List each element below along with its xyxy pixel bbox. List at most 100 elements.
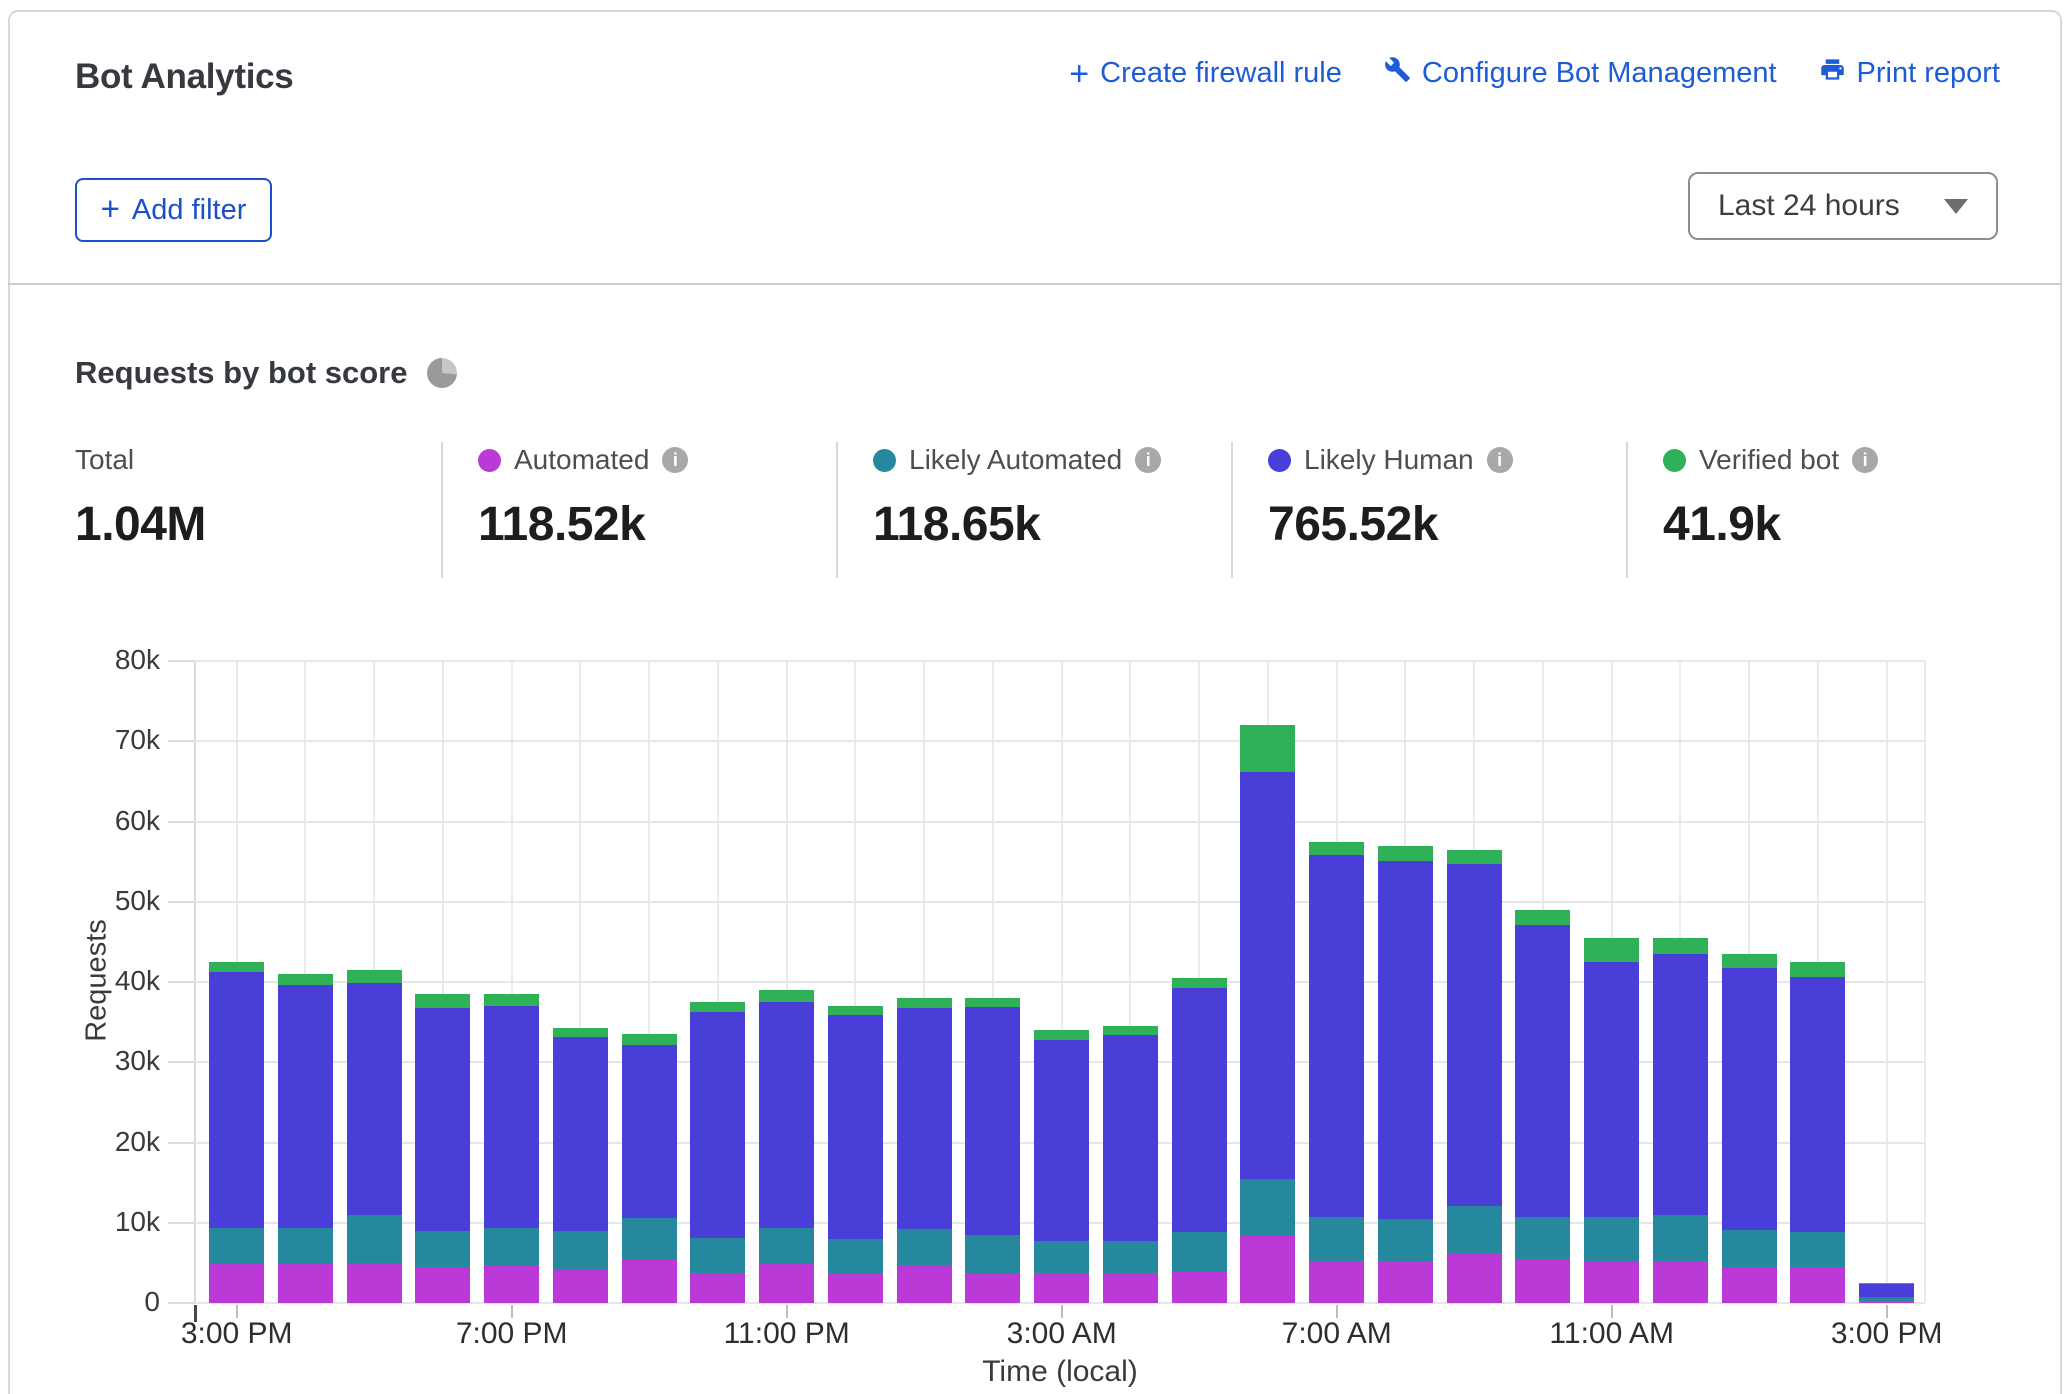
- bar-200am: [965, 661, 1020, 1303]
- bar-segment-likely-human: [1584, 962, 1639, 1217]
- y-tick: [168, 1222, 195, 1224]
- bar-segment-likely-human: [1859, 1284, 1914, 1298]
- bar-400pm: [278, 661, 333, 1303]
- bar-segment-verified-bot: [1103, 1026, 1158, 1035]
- bar-segment-likely-automated: [690, 1238, 745, 1273]
- bar-segment-verified-bot: [1790, 962, 1845, 977]
- bar-segment-likely-automated: [278, 1228, 333, 1264]
- bar-segment-likely-human: [415, 1008, 470, 1231]
- bar-segment-verified-bot: [1309, 842, 1364, 856]
- bar-segment-likely-automated: [553, 1231, 608, 1269]
- bar-1100am: [1584, 661, 1639, 1303]
- bar-1200am: [828, 661, 883, 1303]
- bar-300am: [1034, 661, 1089, 1303]
- y-tick-label: 80k: [80, 644, 160, 676]
- bar-segment-likely-automated: [415, 1231, 470, 1267]
- bar-segment-likely-human: [1172, 988, 1227, 1231]
- bar-segment-likely-automated: [484, 1228, 539, 1266]
- bar-segment-verified-bot: [1722, 954, 1777, 968]
- bar-segment-verified-bot: [828, 1006, 883, 1015]
- y-tick-label: 0: [80, 1286, 160, 1318]
- bar-segment-likely-human: [759, 1002, 814, 1228]
- bar-segment-verified-bot: [1515, 910, 1570, 925]
- bar-segment-likely-human: [622, 1045, 677, 1218]
- bar-segment-automated: [897, 1265, 952, 1303]
- bar-900pm: [622, 661, 677, 1303]
- x-axis-title: Time (local): [860, 1355, 1260, 1389]
- bar-segment-automated: [1378, 1262, 1433, 1303]
- bar-segment-likely-human: [1103, 1035, 1158, 1241]
- bar-1000am: [1515, 661, 1570, 1303]
- bar-segment-likely-human: [1034, 1040, 1089, 1241]
- bar-segment-automated: [415, 1267, 470, 1303]
- bar-900am: [1447, 661, 1502, 1303]
- bar-segment-likely-automated: [1240, 1179, 1295, 1235]
- bar-300pm: [209, 661, 264, 1303]
- bar-segment-verified-bot: [1447, 850, 1502, 864]
- bar-segment-verified-bot: [1859, 1283, 1914, 1284]
- bar-segment-verified-bot: [1034, 1030, 1089, 1040]
- x-tick-label: 7:00 AM: [1237, 1317, 1437, 1351]
- bar-segment-likely-automated: [1584, 1217, 1639, 1261]
- bar-segment-verified-bot: [965, 998, 1020, 1007]
- bar-segment-likely-human: [1653, 954, 1708, 1215]
- bar-segment-likely-human: [278, 985, 333, 1228]
- bar-segment-likely-automated: [897, 1229, 952, 1265]
- bar-300pm: [1859, 661, 1914, 1303]
- bar-segment-likely-human: [1378, 861, 1433, 1219]
- bar-segment-likely-automated: [759, 1228, 814, 1265]
- bar-segment-likely-automated: [1653, 1215, 1708, 1262]
- axis-origin-tick: [194, 1305, 197, 1322]
- bar-segment-automated: [1653, 1261, 1708, 1303]
- bar-1000pm: [690, 661, 745, 1303]
- bar-segment-automated: [828, 1274, 883, 1303]
- bar-segment-verified-bot: [622, 1034, 677, 1044]
- bar-segment-verified-bot: [759, 990, 814, 1002]
- bar-segment-likely-automated: [1034, 1241, 1089, 1272]
- x-tick-label: 7:00 PM: [412, 1317, 612, 1351]
- bar-600am: [1240, 661, 1295, 1303]
- bar-700pm: [484, 661, 539, 1303]
- bar-segment-likely-automated: [1172, 1232, 1227, 1272]
- bar-segment-likely-human: [1309, 855, 1364, 1217]
- bar-segment-verified-bot: [897, 998, 952, 1008]
- bar-segment-likely-automated: [209, 1228, 264, 1264]
- bar-segment-likely-automated: [622, 1218, 677, 1260]
- bar-segment-likely-human: [828, 1015, 883, 1239]
- bar-1100pm: [759, 661, 814, 1303]
- bar-segment-verified-bot: [209, 962, 264, 972]
- bar-segment-automated: [209, 1264, 264, 1303]
- bar-segment-verified-bot: [1378, 846, 1433, 861]
- bar-segment-automated: [484, 1266, 539, 1303]
- y-tick: [168, 901, 195, 903]
- bar-segment-likely-automated: [1722, 1230, 1777, 1267]
- y-tick: [168, 1061, 195, 1063]
- bar-segment-verified-bot: [347, 970, 402, 983]
- bar-segment-automated: [1172, 1272, 1227, 1303]
- bar-segment-automated: [278, 1264, 333, 1303]
- bar-segment-automated: [1309, 1261, 1364, 1303]
- bar-segment-automated: [1722, 1267, 1777, 1303]
- bar-500pm: [347, 661, 402, 1303]
- bar-segment-likely-automated: [1790, 1232, 1845, 1267]
- bar-segment-automated: [553, 1269, 608, 1304]
- bar-segment-automated: [965, 1274, 1020, 1303]
- bar-segment-likely-automated: [1515, 1217, 1570, 1259]
- bar-segment-likely-human: [1240, 772, 1295, 1180]
- y-tick: [168, 740, 195, 742]
- bar-segment-likely-human: [1447, 864, 1502, 1206]
- bar-segment-likely-automated: [1859, 1297, 1914, 1300]
- x-tick-label: 3:00 PM: [1787, 1317, 1987, 1351]
- bar-segment-verified-bot: [484, 994, 539, 1006]
- bar-segment-verified-bot: [415, 994, 470, 1008]
- bar-segment-likely-human: [553, 1037, 608, 1230]
- bar-segment-automated: [1515, 1259, 1570, 1303]
- bar-segment-automated: [1034, 1273, 1089, 1303]
- x-tick-label: 11:00 PM: [687, 1317, 887, 1351]
- bar-segment-likely-human: [347, 983, 402, 1215]
- bar-1200pm: [1653, 661, 1708, 1303]
- bar-segment-likely-human: [484, 1006, 539, 1228]
- y-tick: [168, 821, 195, 823]
- bar-segment-likely-automated: [347, 1215, 402, 1263]
- y-tick: [168, 1142, 195, 1144]
